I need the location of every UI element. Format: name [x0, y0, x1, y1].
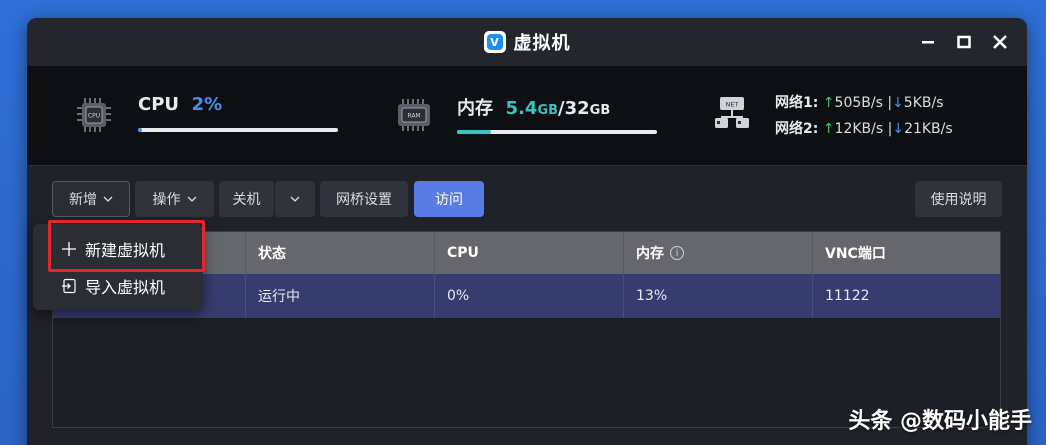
network-1-down: 5KB/s: [903, 95, 944, 111]
cell-memory: 13%: [624, 274, 813, 318]
minimize-icon: [922, 41, 934, 44]
chevron-down-icon: [290, 196, 300, 202]
network-2-line: 网络2: ↑12KB/s |↓21KB/s: [775, 121, 953, 137]
cpu-value: 2%: [191, 94, 223, 115]
arrow-up-icon: ↑: [822, 121, 835, 137]
add-dropdown-menu: 新建虚拟机 导入虚拟机: [33, 224, 203, 310]
memory-usage-bar: [457, 130, 657, 134]
cell-status: 运行中: [246, 274, 435, 318]
window-title: 虚拟机: [513, 33, 571, 54]
cpu-usage-bar: [138, 128, 338, 132]
resource-stats-panel: CPU CPU 2% RAM 内存 5.4GB/32GB NET 网络1: ↑5…: [27, 66, 1027, 166]
close-button[interactable]: [991, 33, 1009, 51]
network-1-line: 网络1: ↑505B/s |↓5KB/s: [775, 95, 944, 111]
memory-stat: RAM 内存 5.4GB/32GB: [395, 66, 695, 166]
network-stat: NET 网络1: ↑505B/s |↓5KB/s 网络2: ↑12KB/s |↓…: [713, 66, 1013, 166]
arrow-down-icon: ↓: [892, 95, 904, 111]
memory-used: 5.4: [505, 98, 538, 119]
minimize-button[interactable]: [919, 33, 937, 51]
cpu-label: CPU: [138, 94, 180, 115]
chevron-down-icon: [187, 196, 196, 202]
network-2-down: 21KB/s: [904, 121, 953, 137]
memory-label: 内存: [457, 98, 493, 119]
memory-used-unit: GB: [537, 103, 559, 118]
bridge-settings-button[interactable]: 网桥设置: [320, 181, 408, 217]
watermark: 头条 @数码小能手: [848, 409, 1032, 434]
close-icon: [993, 35, 1007, 49]
cell-vnc: 11122: [825, 288, 870, 304]
chevron-down-icon: [103, 196, 113, 202]
info-icon[interactable]: i: [670, 246, 684, 260]
svg-text:NET: NET: [726, 101, 739, 109]
menu-item-new-vm[interactable]: 新建虚拟机: [33, 230, 203, 268]
cpu-usage-fill: [138, 128, 142, 132]
maximize-icon: [957, 35, 971, 49]
memory-usage-fill: [457, 130, 491, 134]
network-2-up: 12KB/s: [834, 121, 884, 137]
cpu-stat: CPU CPU 2%: [75, 66, 345, 166]
cell-cpu: 0%: [435, 274, 624, 318]
title-bar: V 虚拟机: [27, 18, 1027, 66]
app-logo-icon: V: [483, 31, 506, 53]
toolbar: 新增 操作 关机 网桥设置 访问 使用说明: [52, 181, 1002, 217]
shutdown-button[interactable]: 关机: [219, 181, 274, 217]
svg-text:RAM: RAM: [407, 113, 420, 120]
plus-icon: [62, 242, 76, 256]
network-icon: NET: [715, 97, 749, 128]
shutdown-dropdown-toggle[interactable]: [275, 181, 315, 217]
import-icon: [62, 278, 76, 294]
visit-button[interactable]: 访问: [414, 181, 484, 217]
arrow-up-icon: ↑: [822, 95, 835, 111]
column-header-memory: 内存 i: [624, 232, 813, 274]
memory-separator: /: [558, 98, 565, 119]
memory-total-unit: GB: [589, 103, 611, 118]
arrow-down-icon: ↓: [892, 121, 905, 137]
column-header-status: 状态: [246, 232, 435, 274]
column-header-vnc: VNC端口: [825, 246, 886, 262]
ram-chip-icon: RAM: [398, 99, 430, 131]
column-header-cpu: CPU: [435, 232, 624, 274]
svg-text:CPU: CPU: [88, 113, 100, 120]
cpu-chip-icon: CPU: [77, 98, 111, 132]
add-dropdown-button[interactable]: 新增: [52, 181, 130, 217]
help-button[interactable]: 使用说明: [915, 181, 1002, 217]
operate-dropdown-button[interactable]: 操作: [135, 181, 214, 217]
menu-item-import-vm[interactable]: 导入虚拟机: [33, 267, 203, 305]
memory-total: 32: [564, 98, 590, 119]
network-1-up: 505B/s: [834, 95, 883, 111]
maximize-button[interactable]: [955, 33, 973, 51]
